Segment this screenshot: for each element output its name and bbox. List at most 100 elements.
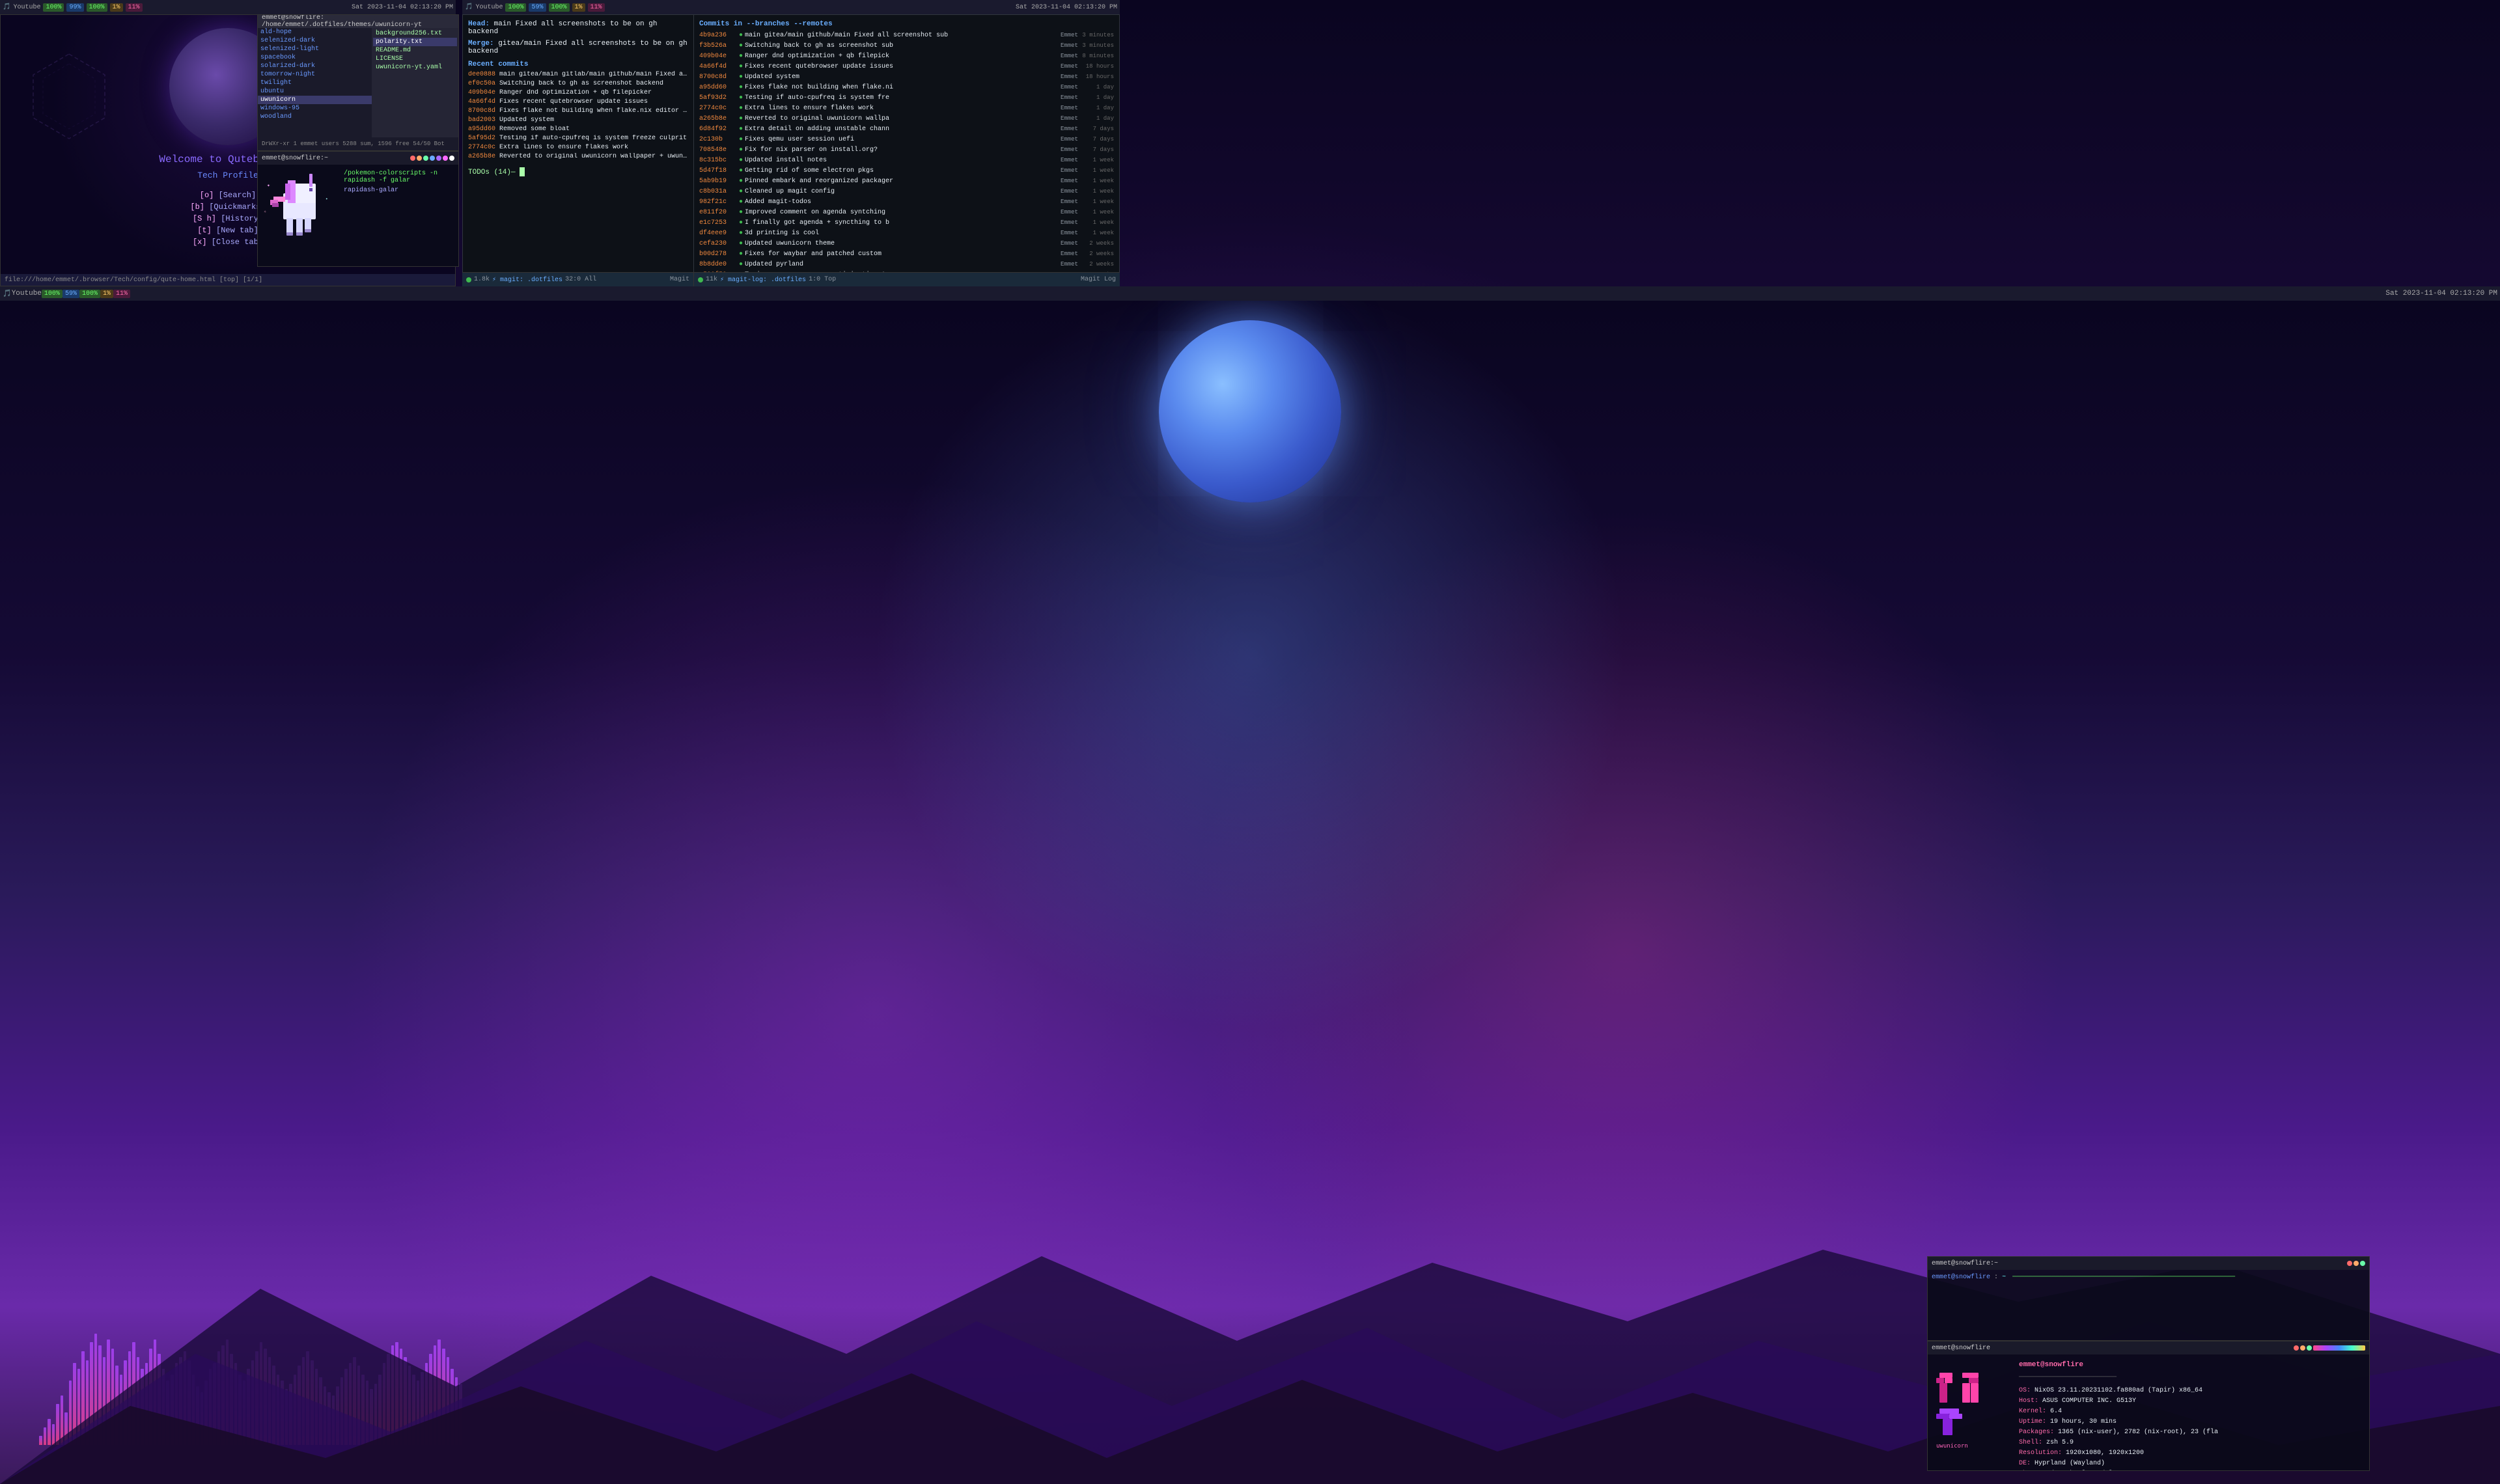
tr-app-icon: 🎵 (465, 3, 473, 11)
recent-commit-item[interactable]: ef0c50aSwitching back to gh as screensho… (468, 80, 688, 87)
fm-file-background[interactable]: background256.txt (373, 29, 457, 38)
tr-tag-3: 1% (572, 3, 585, 12)
bt2-path: ~ (2002, 1274, 2006, 1281)
qute-nav-search[interactable]: [o] [Search] (200, 191, 256, 200)
fm-item-woodland[interactable]: woodland (258, 113, 372, 121)
bt2-title-text: emmet@snowflire:~ (1932, 1260, 1998, 1267)
cursor (520, 167, 525, 176)
nf-info-row: Uptime: 19 hours, 30 mins (2019, 1417, 2364, 1427)
tl-app-icon: 🎵 (3, 3, 10, 11)
top-left-statusbar: 🎵 Youtube 100% 99% 100% 1% 11% Sat 2023-… (0, 0, 456, 14)
fm-item-spacebook[interactable]: spacebook (258, 53, 372, 62)
magit-commit-item[interactable]: 708548e ● Fix for nix parser on install.… (699, 145, 1114, 156)
bottom-terminal-2: emmet@snowflire:~ emmet@snowflire : ~ ──… (1927, 1256, 2370, 1341)
magit-status-mode: Magit (670, 276, 689, 283)
color-red (410, 156, 415, 161)
magit-commit-item[interactable]: a95dd60 ● Fixes flake not building when … (699, 83, 1114, 93)
git-panel: Head: main Fixed all screenshots to be o… (462, 14, 1120, 286)
fm-item-uwunicorn[interactable]: uwunicorn (258, 96, 372, 104)
tl-tag-4: 11% (126, 3, 143, 12)
qute-nav-quickmarks[interactable]: [b] [Quickmarks] (190, 202, 265, 212)
magit-commit-item[interactable]: c8b031a ● Cleaned up magit config Emmet … (699, 187, 1114, 197)
fm-file-yaml[interactable]: uwunicorn-yt.yaml (373, 63, 457, 72)
poke-colorbar (410, 156, 454, 161)
magit-log-pos: 1:0 Top (809, 276, 836, 283)
color-orange (417, 156, 422, 161)
magit-commit-item[interactable]: 5af93d2 ● Testing if auto-cpufreq is sys… (699, 93, 1114, 103)
poke-title-text: emmet@snowflire:~ (262, 155, 328, 162)
svg-text:uwunicorn: uwunicorn (1936, 1443, 1968, 1450)
magit-commit-item[interactable]: f3b526a ● Switching back to gh as screen… (699, 41, 1114, 51)
nf-info-row: OS: NixOS 23.11.20231102.fa880ad (Tapir)… (2019, 1386, 2364, 1396)
fm-item-tomorrow-night[interactable]: tomorrow-night (258, 70, 372, 79)
fm-file-license[interactable]: LICENSE (373, 55, 457, 63)
nf-separator: ───────────────────────── (2019, 1373, 2364, 1383)
magit-commit-item[interactable]: 8700c8d ● Updated system Emmet 18 hours (699, 72, 1114, 83)
nf-info-row: Packages: 1365 (nix-user), 2782 (nix-roo… (2019, 1427, 2364, 1438)
magit-status-repo: ⚡ magit: .dotfiles (492, 276, 562, 284)
fm-item-selenized-light[interactable]: selenized-light (258, 45, 372, 53)
magit-log-dot (698, 277, 703, 282)
recent-commit-item[interactable]: a95dd60Removed some bloat (468, 126, 688, 133)
magit-commit-item[interactable]: b00d278 ● Fixes for waybar and patched c… (699, 249, 1114, 260)
fm-file-polarity[interactable]: polarity.txt (373, 38, 457, 46)
tr-tag-4: 11% (588, 3, 605, 12)
git-recent-title: Recent commits (468, 61, 688, 68)
recent-commit-item[interactable]: 4a66f4dFixes recent qutebrowser update i… (468, 98, 688, 105)
fm-item-windows[interactable]: windows-95 (258, 104, 372, 113)
bottom-half: emmet@snowflire:~ emmet@snowflire : ~ ──… (0, 301, 2500, 1484)
qute-nav-history[interactable]: [S h] [History] (193, 214, 263, 223)
magit-commit-item[interactable]: 4b9a236 ● main gitea/main github/main Fi… (699, 31, 1114, 41)
top-right-statusbar: 🎵 Youtube 100% 59% 100% 1% 11% Sat 2023-… (462, 0, 1120, 14)
magit-commit-item[interactable]: 409b04e ● Ranger dnd optimization + qb f… (699, 51, 1114, 62)
tr-time: Sat 2023-11-04 02:13:20 PM (1016, 4, 1117, 11)
recent-commit-item[interactable]: 409b04eRanger dnd optimization + qb file… (468, 89, 688, 96)
magit-commit-item[interactable]: 6d84f92 ● Extra detail on adding unstabl… (699, 124, 1114, 135)
poke-pokemon-name: rapidash-galar (344, 187, 456, 194)
recent-commit-item[interactable]: 5af95d2Testing if auto-cpufreq is system… (468, 135, 688, 142)
fm-item-selenized-dark[interactable]: selenized-dark (258, 36, 372, 45)
magit-log-repo: ⚡ magit-log: .dotfiles (720, 276, 806, 284)
magit-commit-item[interactable]: 2774c0c ● Extra lines to ensure flakes w… (699, 103, 1114, 114)
svg-text:✦: ✦ (267, 183, 270, 189)
git-todos-line: TODOs (14)— (468, 167, 688, 176)
magit-commit-item[interactable]: e811f20 ● Improved comment on agenda syn… (699, 208, 1114, 218)
magit-commit-item[interactable]: cefa230 ● Updated uwunicorn theme Emmet … (699, 239, 1114, 249)
magit-commit-item[interactable]: 4a66f4d ● Fixes recent qutebrowser updat… (699, 62, 1114, 72)
magit-commit-item[interactable]: 5ab9b19 ● Pinned embark and reorganized … (699, 176, 1114, 187)
fm-file-readme[interactable]: README.md (373, 46, 457, 55)
qute-statusbar-text: file:///home/emmet/.browser/Tech/config/… (5, 277, 262, 284)
fm-item-ald-hope[interactable]: ald-hope (258, 28, 372, 36)
nf-info-row: Shell: zsh 5.9 (2019, 1438, 2364, 1448)
git-merge-field: Merge: gitea/main Fixed all screenshots … (468, 40, 688, 55)
recent-commit-item[interactable]: 2774c0cExtra lines to ensure flakes work (468, 144, 688, 151)
recent-commit-item[interactable]: a265b8eReverted to original uwunicorn wa… (468, 153, 688, 160)
magit-commit-item[interactable]: 8b8dde0 ● Updated pyrland Emmet 2 weeks (699, 260, 1114, 270)
recent-commit-item[interactable]: 8700c8dFixes flake not building when fla… (468, 107, 688, 115)
magit-commit-item[interactable]: 2c130b ● Fixes qemu user session uefi Em… (699, 135, 1114, 145)
magit-commit-item[interactable]: e1c7253 ● I finally got agenda + syncthi… (699, 218, 1114, 228)
bt2-prompt: emmet@snowflire (1932, 1274, 1990, 1281)
magit-commit-item[interactable]: a265b8e ● Reverted to original uwunicorn… (699, 114, 1114, 124)
git-status-pane: Head: main Fixed all screenshots to be o… (463, 15, 694, 286)
bs-tag-4: 1% (100, 290, 113, 298)
fm-titlebar: emmet@snowflire: /home/emmet/.dotfiles/t… (258, 15, 458, 28)
magit-commit-item[interactable]: df4eee9 ● 3d printing is cool Emmet 1 we… (699, 228, 1114, 239)
fm-item-twilight[interactable]: twilight (258, 79, 372, 87)
pokemon-terminal: emmet@snowflire:~ (257, 151, 459, 267)
nf-content: uwunicorn emmet@snowflire───────────────… (1928, 1354, 2369, 1471)
nf-info-row: Host: ASUS COMPUTER INC. G513Y (2019, 1396, 2364, 1407)
fm-item-solarized-dark2[interactable]: solarized-dark (258, 62, 372, 70)
recent-commit-item[interactable]: dee0888main gitea/main gitlab/main githu… (468, 71, 688, 78)
qute-nav-newtab[interactable]: [t] [New tab] (197, 226, 258, 235)
recent-commit-item[interactable]: bad2003Updated system (468, 117, 688, 124)
tl-tag-1: 99% (66, 3, 83, 12)
magit-commit-item[interactable]: 5d47f18 ● Getting rid of some electron p… (699, 166, 1114, 176)
git-head-field: Head: main Fixed all screenshots to be o… (468, 20, 688, 36)
fm-item-ubuntu[interactable]: ubuntu (258, 87, 372, 96)
bt2-divider-sym: ────────────────────────────────────────… (2012, 1274, 2235, 1281)
magit-commit-item[interactable]: 982f21c ● Added magit-todos Emmet 1 week (699, 197, 1114, 208)
color-blue (430, 156, 435, 161)
magit-commit-item[interactable]: 8c315bc ● Updated install notes Emmet 1 … (699, 156, 1114, 166)
qute-nav-closetab[interactable]: [x] [Close tab] (193, 238, 263, 247)
